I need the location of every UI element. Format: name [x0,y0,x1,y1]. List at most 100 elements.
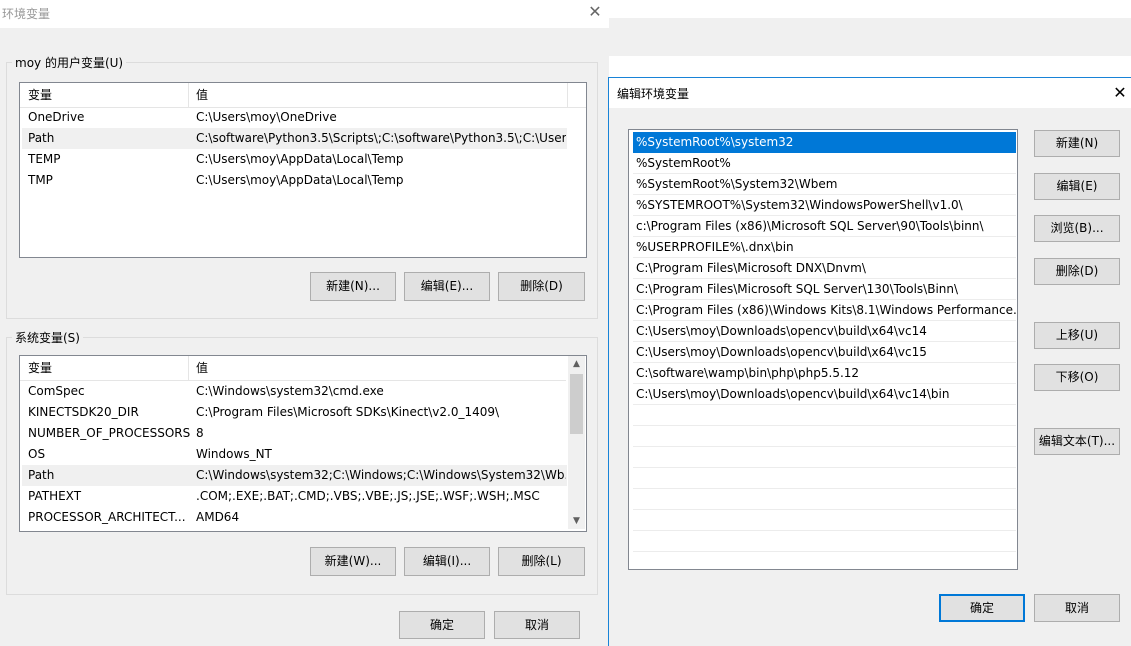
vertical-scrollbar[interactable]: ▲ ▼ [568,356,585,529]
edit-ok-button[interactable]: 确定 [939,594,1025,622]
list-item[interactable]: C:\Users\moy\Downloads\opencv\build\x64\… [633,321,1016,342]
path-entry: C:\Users\moy\Downloads\opencv\build\x64\… [636,387,950,401]
column-header-variable[interactable]: 变量 [28,356,52,380]
list-item[interactable]: TMP C:\Users\moy\AppData\Local\Temp [22,170,567,191]
path-move-down-button[interactable]: 下移(O) [1034,364,1120,391]
list-item[interactable]: PATHEXT .COM;.EXE;.BAT;.CMD;.VBS;.VBE;.J… [22,486,567,507]
column-separator[interactable] [188,83,189,107]
path-move-up-button[interactable]: 上移(U) [1034,322,1120,349]
list-item[interactable]: NUMBER_OF_PROCESSORS 8 [22,423,567,444]
path-entry: C:\Users\moy\Downloads\opencv\build\x64\… [636,324,927,338]
column-header-value[interactable]: 值 [196,83,208,107]
path-entry: C:\Program Files (x86)\Windows Kits\8.1\… [636,303,1016,317]
column-separator[interactable] [567,83,568,107]
list-item-empty[interactable] [633,405,1016,426]
path-entry: C:\Users\moy\Downloads\opencv\build\x64\… [636,345,927,359]
user-edit-button[interactable]: 编辑(E)... [404,272,490,301]
user-vars-group-label: moy 的用户变量(U) [12,54,127,71]
list-item[interactable]: %SYSTEMROOT%\System32\WindowsPowerShell\… [633,195,1016,216]
list-header: 变量 值 [20,356,566,381]
var-value: 8 [196,426,204,440]
path-entry: %SystemRoot%\System32\Wbem [636,177,838,191]
path-entry: C:\software\wamp\bin\php\php5.5.12 [636,366,860,380]
column-separator[interactable] [188,356,189,380]
list-item[interactable]: C:\Program Files (x86)\Windows Kits\8.1\… [633,300,1016,321]
env-window-titlebar [0,0,609,28]
list-item-empty[interactable] [633,531,1016,552]
list-item[interactable]: Path C:\software\Python3.5\Scripts\;C:\s… [22,128,567,149]
var-value: C:\Windows\system32\cmd.exe [196,384,384,398]
system-delete-button[interactable]: 删除(L) [498,547,585,576]
var-name: PATHEXT [28,489,82,503]
system-edit-button[interactable]: 编辑(I)... [404,547,490,576]
close-icon[interactable]: ✕ [1110,83,1130,103]
system-vars-list[interactable]: 变量 值 ComSpec C:\Windows\system32\cmd.exe… [19,355,587,532]
path-entry: %SystemRoot% [636,156,731,170]
path-delete-button[interactable]: 删除(D) [1034,258,1120,285]
var-name: Path [28,131,55,145]
path-entry: %SystemRoot%\system32 [636,135,794,149]
list-item-empty[interactable] [633,489,1016,510]
list-item[interactable]: OS Windows_NT [22,444,567,465]
path-browse-button[interactable]: 浏览(B)... [1034,215,1120,242]
list-item[interactable]: C:\Program Files\Microsoft DNX\Dnvm\ [633,258,1016,279]
list-item[interactable]: c:\Program Files (x86)\Microsoft SQL Ser… [633,216,1016,237]
scroll-up-icon[interactable]: ▲ [568,356,585,372]
scrollbar-thumb[interactable] [570,374,583,434]
path-edit-button[interactable]: 编辑(E) [1034,173,1120,200]
list-item-empty[interactable] [633,510,1016,531]
var-name: KINECTSDK20_DIR [28,405,139,419]
list-item[interactable]: KINECTSDK20_DIR C:\Program Files\Microso… [22,402,567,423]
list-item[interactable]: OneDrive C:\Users\moy\OneDrive [22,107,567,128]
list-item[interactable]: C:\software\wamp\bin\php\php5.5.12 [633,363,1016,384]
env-cancel-button[interactable]: 取消 [494,611,580,639]
path-new-button[interactable]: 新建(N) [1034,130,1120,157]
user-new-button[interactable]: 新建(N)... [310,272,396,301]
user-vars-list[interactable]: 变量 值 OneDrive C:\Users\moy\OneDrive Path… [19,82,587,258]
list-item[interactable]: C:\Users\moy\Downloads\opencv\build\x64\… [633,384,1016,405]
path-entry: C:\Program Files\Microsoft DNX\Dnvm\ [636,261,866,275]
background-window-bar [609,18,1131,56]
path-entry: %USERPROFILE%\.dnx\bin [636,240,794,254]
list-item[interactable]: %USERPROFILE%\.dnx\bin [633,237,1016,258]
list-item[interactable]: %SystemRoot%\system32 [633,132,1016,153]
var-name: TEMP [28,152,61,166]
list-item[interactable]: Path C:\Windows\system32;C:\Windows;C:\W… [22,465,567,486]
var-name: ComSpec [28,384,85,398]
env-ok-button[interactable]: 确定 [399,611,485,639]
var-name: OS [28,447,46,461]
list-item[interactable]: C:\Program Files\Microsoft SQL Server\13… [633,279,1016,300]
var-value: .COM;.EXE;.BAT;.CMD;.VBS;.VBE;.JS;.JSE;.… [196,489,540,503]
var-name: OneDrive [28,110,85,124]
var-value: AMD64 [196,510,240,524]
var-value: C:\Users\moy\AppData\Local\Temp [196,152,404,166]
system-new-button[interactable]: 新建(W)... [310,547,396,576]
list-item[interactable]: TEMP C:\Users\moy\AppData\Local\Temp [22,149,567,170]
list-item-empty[interactable] [633,447,1016,468]
column-header-variable[interactable]: 变量 [28,83,52,107]
list-item-empty[interactable] [633,426,1016,447]
list-item[interactable]: C:\Users\moy\Downloads\opencv\build\x64\… [633,342,1016,363]
var-value: C:\software\Python3.5\Scripts\;C:\softwa… [196,131,566,145]
edit-text-button[interactable]: 编辑文本(T)... [1034,428,1120,455]
var-name: NUMBER_OF_PROCESSORS [28,426,191,440]
list-item-empty[interactable] [633,468,1016,489]
list-item[interactable]: PROCESSOR_ARCHITECT... AMD64 [22,507,567,528]
path-entries-list[interactable]: %SystemRoot%\system32 %SystemRoot% %Syst… [628,129,1018,570]
var-name: Path [28,468,55,482]
edit-cancel-button[interactable]: 取消 [1034,594,1120,622]
list-item[interactable]: ComSpec C:\Windows\system32\cmd.exe [22,381,567,402]
var-value: C:\Windows\system32;C:\Windows;C:\Window… [196,468,566,482]
list-item[interactable]: %SystemRoot% [633,153,1016,174]
user-delete-button[interactable]: 删除(D) [498,272,585,301]
close-icon[interactable]: ✕ [586,3,604,21]
path-entry: %SYSTEMROOT%\System32\WindowsPowerShell\… [636,198,963,212]
column-header-value[interactable]: 值 [196,356,208,380]
scroll-down-icon[interactable]: ▼ [568,513,585,529]
var-name: TMP [28,173,53,187]
system-vars-group-label: 系统变量(S) [12,329,83,346]
list-item[interactable]: %SystemRoot%\System32\Wbem [633,174,1016,195]
var-value: C:\Users\moy\AppData\Local\Temp [196,173,404,187]
edit-window-title: 编辑环境变量 [617,87,690,101]
path-entry: c:\Program Files (x86)\Microsoft SQL Ser… [636,219,984,233]
